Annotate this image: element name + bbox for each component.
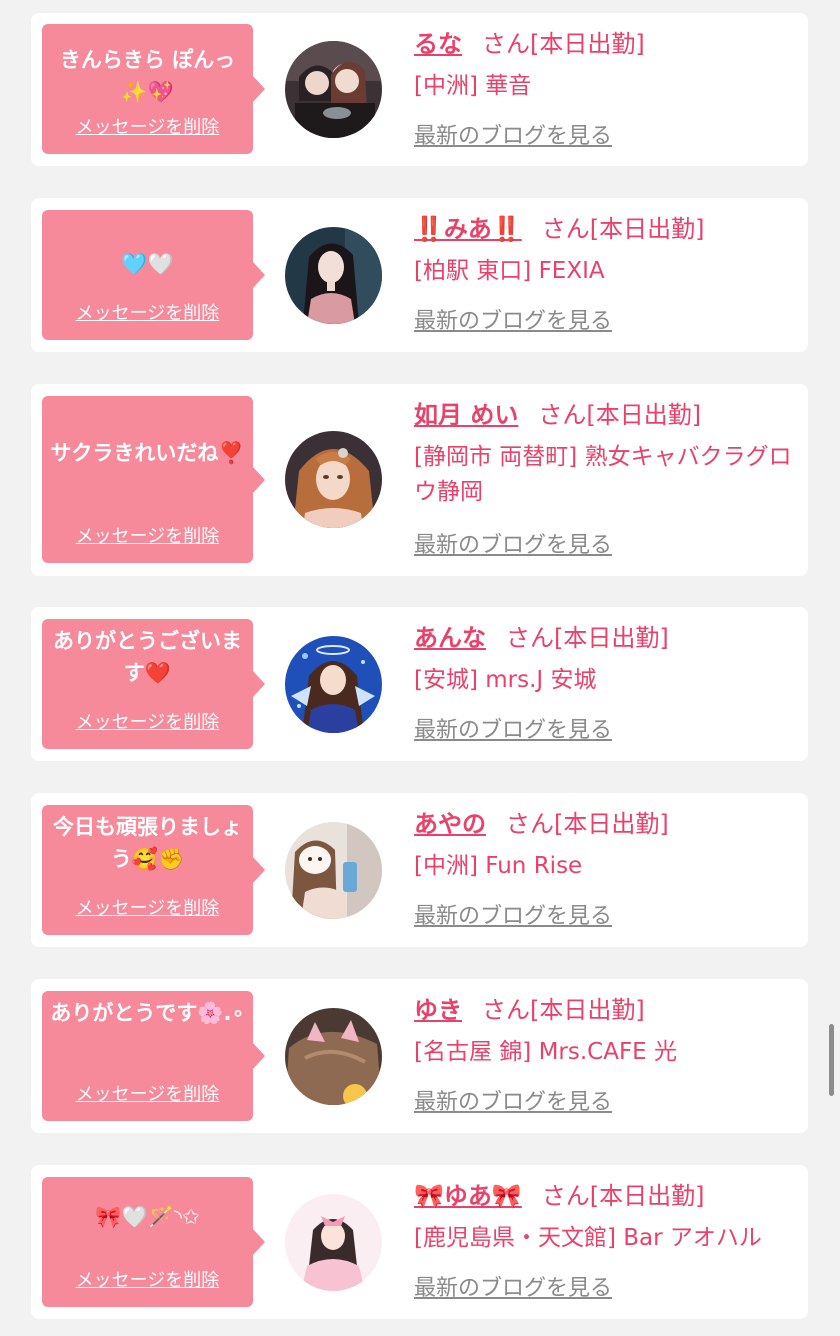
message-text: 🩵🤍: [121, 252, 174, 276]
attendance-status: さん[本日出勤]: [506, 624, 669, 652]
cast-name-link[interactable]: あやの: [414, 810, 486, 838]
message-bubble: 🎀🤍🪄◝✩ メッセージを削除: [42, 1177, 265, 1307]
avatar[interactable]: [285, 1008, 382, 1105]
delete-message-link[interactable]: メッセージを削除: [42, 897, 253, 921]
shop-location: [中洲] 華音: [414, 73, 532, 99]
cast-name-link[interactable]: あんな: [414, 624, 486, 652]
attendance-status: さん[本日出勤]: [482, 996, 645, 1024]
message-text: 今日も頑張りましょう🥰✊: [53, 815, 242, 871]
message-bubble: きんらきら ぽんっ ✨💖 メッセージを削除: [42, 24, 265, 154]
message-bubble: サクラきれいだね❣️ メッセージを削除: [42, 396, 265, 563]
delete-message-link[interactable]: メッセージを削除: [42, 116, 253, 140]
delete-message-link[interactable]: メッセージを削除: [42, 302, 253, 326]
message-text: ありがとうです🌸.∘: [50, 1001, 245, 1025]
latest-blog-link[interactable]: 最新のブログを見る: [414, 531, 612, 561]
scrollbar[interactable]: [829, 1024, 834, 1096]
delete-message-link[interactable]: メッセージを削除: [42, 1269, 253, 1293]
delete-message-link[interactable]: メッセージを削除: [42, 525, 253, 549]
latest-blog-link[interactable]: 最新のブログを見る: [414, 1088, 612, 1118]
shop-location: [名古屋 錦] Mrs.CAFE 光: [414, 1039, 678, 1065]
message-text: 🎀🤍🪄◝✩: [95, 1205, 200, 1229]
cast-name-link[interactable]: ‼️みあ‼️: [414, 215, 522, 243]
shop-location: [鹿児島県・天文館] Bar アオハル: [414, 1225, 762, 1251]
cast-name-line: るな さん[本日出勤]: [414, 26, 794, 62]
message-card: サクラきれいだね❣️ メッセージを削除 如月 めい さん[本日出勤] [静岡市 両…: [31, 384, 808, 576]
cast-name-line: 🎀ゆあ🎀 さん[本日出勤]: [414, 1178, 794, 1214]
message-card: きんらきら ぽんっ ✨💖 メッセージを削除 るな さん[本日出勤] [中洲] 華音…: [31, 13, 808, 166]
avatar[interactable]: [285, 636, 382, 733]
cast-name-line: あやの さん[本日出勤]: [414, 806, 794, 842]
cast-name-line: あんな さん[本日出勤]: [414, 620, 794, 656]
latest-blog-link[interactable]: 最新のブログを見る: [414, 307, 612, 337]
message-card: 🎀🤍🪄◝✩ メッセージを削除 🎀ゆあ🎀 さん[本日出勤] [鹿児島県・天文館] B…: [31, 1165, 808, 1319]
message-text: きんらきら ぽんっ ✨💖: [59, 48, 236, 104]
message-text: ありがとうございます❤️: [53, 629, 242, 685]
cast-name-line: 如月 めい さん[本日出勤]: [414, 397, 794, 433]
latest-blog-link[interactable]: 最新のブログを見る: [414, 716, 612, 746]
latest-blog-link[interactable]: 最新のブログを見る: [414, 122, 612, 152]
latest-blog-link[interactable]: 最新のブログを見る: [414, 902, 612, 932]
delete-message-link[interactable]: メッセージを削除: [42, 711, 253, 735]
message-card: ありがとうございます❤️ メッセージを削除 あんな さん[本日出勤] [安城] m…: [31, 607, 808, 761]
message-bubble: ありがとうございます❤️ メッセージを削除: [42, 619, 265, 749]
avatar[interactable]: [285, 431, 382, 528]
message-text: サクラきれいだね❣️: [50, 441, 245, 465]
attendance-status: さん[本日出勤]: [541, 1182, 705, 1210]
delete-message-link[interactable]: メッセージを削除: [42, 1083, 253, 1107]
avatar[interactable]: [285, 41, 382, 138]
message-card: 🩵🤍 メッセージを削除 ‼️みあ‼️ さん[本日出勤] [柏駅 東口] FEXIA…: [31, 198, 808, 352]
attendance-status: さん[本日出勤]: [506, 810, 669, 838]
message-card: 今日も頑張りましょう🥰✊ メッセージを削除 あやの さん[本日出勤] [中洲] F…: [31, 793, 808, 947]
message-list: きんらきら ぽんっ ✨💖 メッセージを削除 るな さん[本日出勤] [中洲] 華音…: [0, 0, 840, 1336]
cast-name-link[interactable]: ゆき: [414, 996, 462, 1024]
message-bubble: 🩵🤍 メッセージを削除: [42, 210, 265, 340]
attendance-status: さん[本日出勤]: [482, 30, 645, 58]
avatar[interactable]: [285, 1194, 382, 1291]
avatar[interactable]: [285, 227, 382, 324]
message-bubble: 今日も頑張りましょう🥰✊ メッセージを削除: [42, 805, 265, 935]
shop-location: [中洲] Fun Rise: [414, 853, 583, 879]
message-card: ありがとうです🌸.∘ メッセージを削除 ゆき さん[本日出勤] [名古屋 錦] M…: [31, 979, 808, 1133]
shop-location: [静岡市 両替町] 熟女キャバクラグロウ静岡: [414, 444, 792, 505]
avatar[interactable]: [285, 822, 382, 919]
cast-name-link[interactable]: 🎀ゆあ🎀: [414, 1182, 522, 1210]
attendance-status: さん[本日出勤]: [541, 215, 705, 243]
cast-name-line: ‼️みあ‼️ さん[本日出勤]: [414, 211, 794, 247]
shop-location: [柏駅 東口] FEXIA: [414, 258, 605, 284]
cast-name-line: ゆき さん[本日出勤]: [414, 992, 794, 1028]
shop-location: [安城] mrs.J 安城: [414, 667, 597, 693]
message-bubble: ありがとうです🌸.∘ メッセージを削除: [42, 991, 265, 1121]
cast-name-link[interactable]: 如月 めい: [414, 401, 518, 429]
latest-blog-link[interactable]: 最新のブログを見る: [414, 1274, 612, 1304]
attendance-status: さん[本日出勤]: [538, 401, 702, 429]
cast-name-link[interactable]: るな: [414, 30, 462, 58]
